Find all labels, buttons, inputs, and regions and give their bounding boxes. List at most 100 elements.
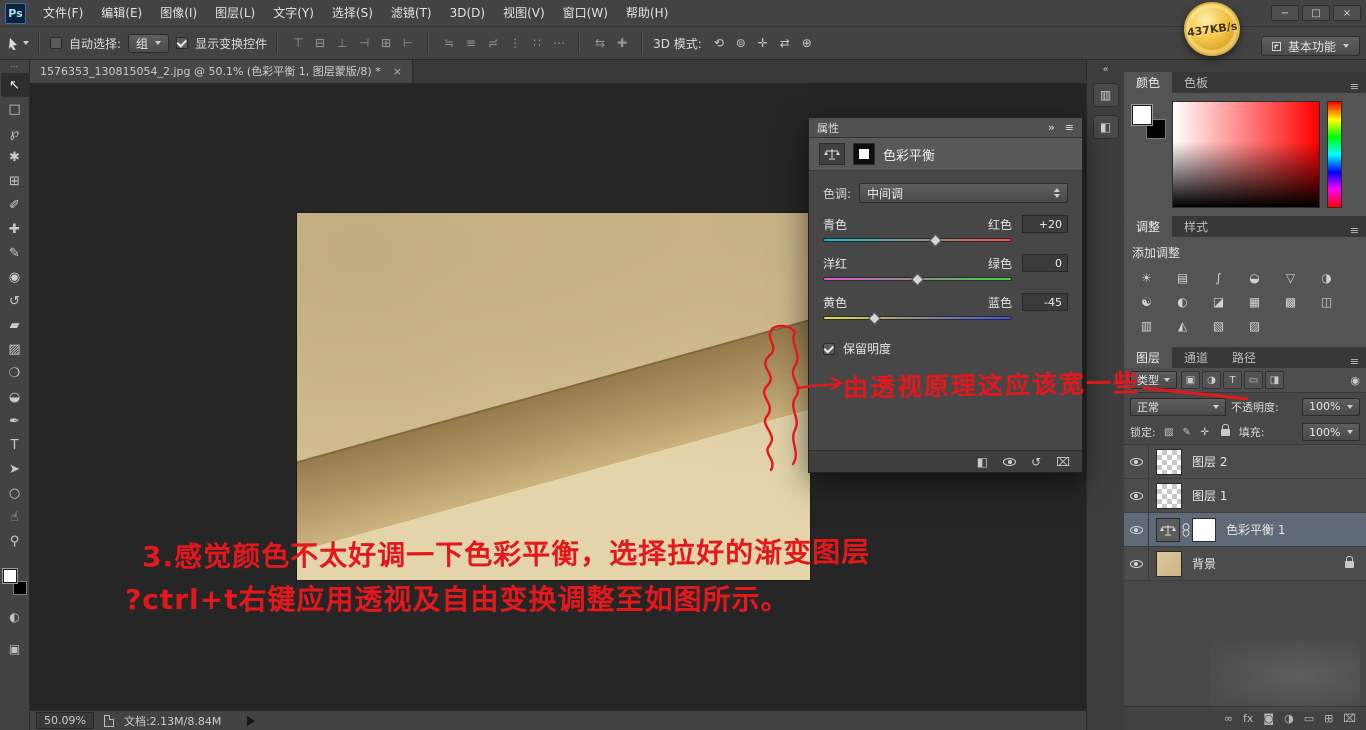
3d-scale[interactable]: ⊕ xyxy=(797,33,817,53)
adj-brightness-contrast[interactable]: ☀ xyxy=(1134,268,1159,287)
adjustment-layer-icon[interactable] xyxy=(1156,518,1180,542)
restore-button[interactable]: □ xyxy=(1302,5,1330,21)
filter-pixel-layers[interactable]: ▣ xyxy=(1181,371,1200,389)
auto-blend[interactable]: ✚ xyxy=(612,33,632,53)
menu-item[interactable]: 编辑(E) xyxy=(92,0,151,26)
distribute-right-edges[interactable]: ⋯ xyxy=(549,33,569,53)
filter-smart-objects[interactable]: ◨ xyxy=(1265,371,1284,389)
visibility-toggle[interactable] xyxy=(1124,547,1149,580)
align-left-edges[interactable]: ⊣ xyxy=(354,33,374,53)
tool-quick-select[interactable]: ✱ xyxy=(1,145,29,169)
adj-gradient-map[interactable]: ▧ xyxy=(1206,316,1231,335)
menu-item[interactable]: 滤镜(T) xyxy=(382,0,441,26)
adj-selective-color[interactable]: ▨ xyxy=(1242,316,1267,335)
tool-clone-stamp[interactable]: ◉ xyxy=(1,265,29,289)
slider-track-area[interactable] xyxy=(823,233,1012,248)
visibility-toggle[interactable] xyxy=(1124,513,1149,546)
foreground-background-swatches[interactable] xyxy=(3,569,27,595)
adj-color-lookup[interactable]: ▩ xyxy=(1278,292,1303,311)
delete-adjustment-icon[interactable]: ⌧ xyxy=(1056,455,1070,469)
layer-row-layer-2[interactable]: 图层 2 xyxy=(1124,445,1366,479)
slider-track[interactable] xyxy=(823,238,1012,242)
adj-threshold[interactable]: ◭ xyxy=(1170,316,1195,335)
filter-adjustment-layers[interactable]: ◑ xyxy=(1202,371,1221,389)
auto-select-checkbox[interactable] xyxy=(50,37,62,49)
slider-value-field[interactable]: +20 xyxy=(1022,215,1068,233)
visibility-toggle[interactable] xyxy=(1124,445,1149,478)
new-group-icon[interactable]: ▭ xyxy=(1304,712,1314,725)
filter-type-layers[interactable]: T xyxy=(1223,371,1242,389)
tool-crop[interactable]: ⊞ xyxy=(1,169,29,193)
adj-black-white[interactable]: ◐ xyxy=(1170,292,1195,311)
adj-invert[interactable]: ◫ xyxy=(1314,292,1339,311)
layer-thumbnail[interactable] xyxy=(1156,483,1182,509)
clip-to-layer-icon[interactable]: ◧ xyxy=(977,455,988,469)
screen-mode-button[interactable]: ▣ xyxy=(9,639,20,659)
toolbar-grip[interactable]: ⋯ xyxy=(10,60,19,73)
show-transform-checkbox[interactable] xyxy=(176,37,188,49)
properties-title-bar[interactable]: 属性 » ≡ xyxy=(809,118,1082,138)
tone-dropdown[interactable]: 中间调 xyxy=(859,183,1068,203)
3d-rotate[interactable]: ⟲ xyxy=(709,33,729,53)
menu-item[interactable]: 文字(Y) xyxy=(264,0,323,26)
auto-align-layers[interactable]: ⇆ xyxy=(590,33,610,53)
close-button[interactable]: × xyxy=(1333,5,1361,21)
adj-vibrance[interactable]: ▽ xyxy=(1278,268,1303,287)
menu-item[interactable]: 视图(V) xyxy=(494,0,554,26)
align-bottom-edges[interactable]: ⊥ xyxy=(332,33,352,53)
panel-info-icon[interactable]: ◧ xyxy=(1093,115,1119,139)
link-layers-icon[interactable]: ∞ xyxy=(1224,712,1233,725)
tab-paths[interactable]: 路径 xyxy=(1220,347,1268,368)
expand-panels-button[interactable]: « xyxy=(1102,64,1108,75)
quick-mask-button[interactable]: ◐ xyxy=(9,607,19,627)
status-options-arrow[interactable] xyxy=(247,716,255,726)
hue-ramp[interactable] xyxy=(1327,101,1342,208)
mask-properties-icon[interactable] xyxy=(853,143,875,165)
slider-track-area[interactable] xyxy=(823,311,1012,326)
tool-zoom[interactable]: ⚲ xyxy=(1,529,29,553)
menu-item[interactable]: 图层(L) xyxy=(206,0,264,26)
layer-thumbnail[interactable] xyxy=(1156,449,1182,475)
tab-close-button[interactable]: × xyxy=(393,65,402,78)
foreground-color-swatch[interactable] xyxy=(3,569,17,583)
saturation-brightness-field[interactable] xyxy=(1172,101,1320,208)
layer-row-background[interactable]: 背景 xyxy=(1124,547,1366,581)
document-tab[interactable]: 1576353_130815054_2.jpg @ 50.1% (色彩平衡 1,… xyxy=(30,59,413,83)
tool-pen[interactable]: ✒ xyxy=(1,409,29,433)
distribute-left-edges[interactable]: ⋮ xyxy=(505,33,525,53)
3d-roll[interactable]: ⊚ xyxy=(731,33,751,53)
adj-photo-filter[interactable]: ◪ xyxy=(1206,292,1231,311)
tool-healing-brush[interactable]: ✚ xyxy=(1,217,29,241)
tool-path-select[interactable]: ➤ xyxy=(1,457,29,481)
panel-menu-icon[interactable]: ≡ xyxy=(1350,224,1359,237)
align-right-edges[interactable]: ⊢ xyxy=(398,33,418,53)
move-tool-preset-icon[interactable] xyxy=(8,37,29,50)
lock-image-pixels[interactable]: ✎ xyxy=(1179,424,1195,440)
zoom-level-field[interactable]: 50.09% xyxy=(36,712,94,729)
lock-all[interactable] xyxy=(1218,424,1234,440)
distribute-top-edges[interactable]: ≒ xyxy=(439,33,459,53)
adj-color-balance[interactable]: ☯ xyxy=(1134,292,1159,311)
menu-item[interactable]: 3D(D) xyxy=(441,0,494,26)
tool-marquee[interactable]: □ xyxy=(1,97,29,121)
tool-eraser[interactable]: ▰ xyxy=(1,313,29,337)
layer-mask-thumbnail[interactable] xyxy=(1192,518,1216,542)
tab-styles[interactable]: 样式 xyxy=(1172,216,1220,237)
menu-item[interactable]: 选择(S) xyxy=(323,0,382,26)
tool-hand[interactable]: ☝ xyxy=(1,505,29,529)
slider-thumb[interactable] xyxy=(911,273,924,286)
adj-levels[interactable]: ▤ xyxy=(1170,268,1195,287)
opacity-dropdown[interactable]: 100% xyxy=(1302,398,1360,416)
layer-thumbnail[interactable] xyxy=(1156,551,1182,577)
tool-shape[interactable]: ○ xyxy=(1,481,29,505)
lock-position[interactable]: ✛ xyxy=(1197,424,1213,440)
tool-dodge[interactable]: ◒ xyxy=(1,385,29,409)
slider-thumb[interactable] xyxy=(868,312,881,325)
filter-shape-layers[interactable]: ▭ xyxy=(1244,371,1263,389)
collapse-panel-icon[interactable]: » xyxy=(1048,121,1055,134)
menu-item[interactable]: 窗口(W) xyxy=(554,0,617,26)
layer-filter-type-dropdown[interactable]: 类型 xyxy=(1130,371,1177,389)
add-mask-icon[interactable]: ◙ xyxy=(1263,712,1274,725)
align-horizontal-centers[interactable]: ⊞ xyxy=(376,33,396,53)
adj-curves[interactable]: ∫ xyxy=(1206,268,1231,287)
